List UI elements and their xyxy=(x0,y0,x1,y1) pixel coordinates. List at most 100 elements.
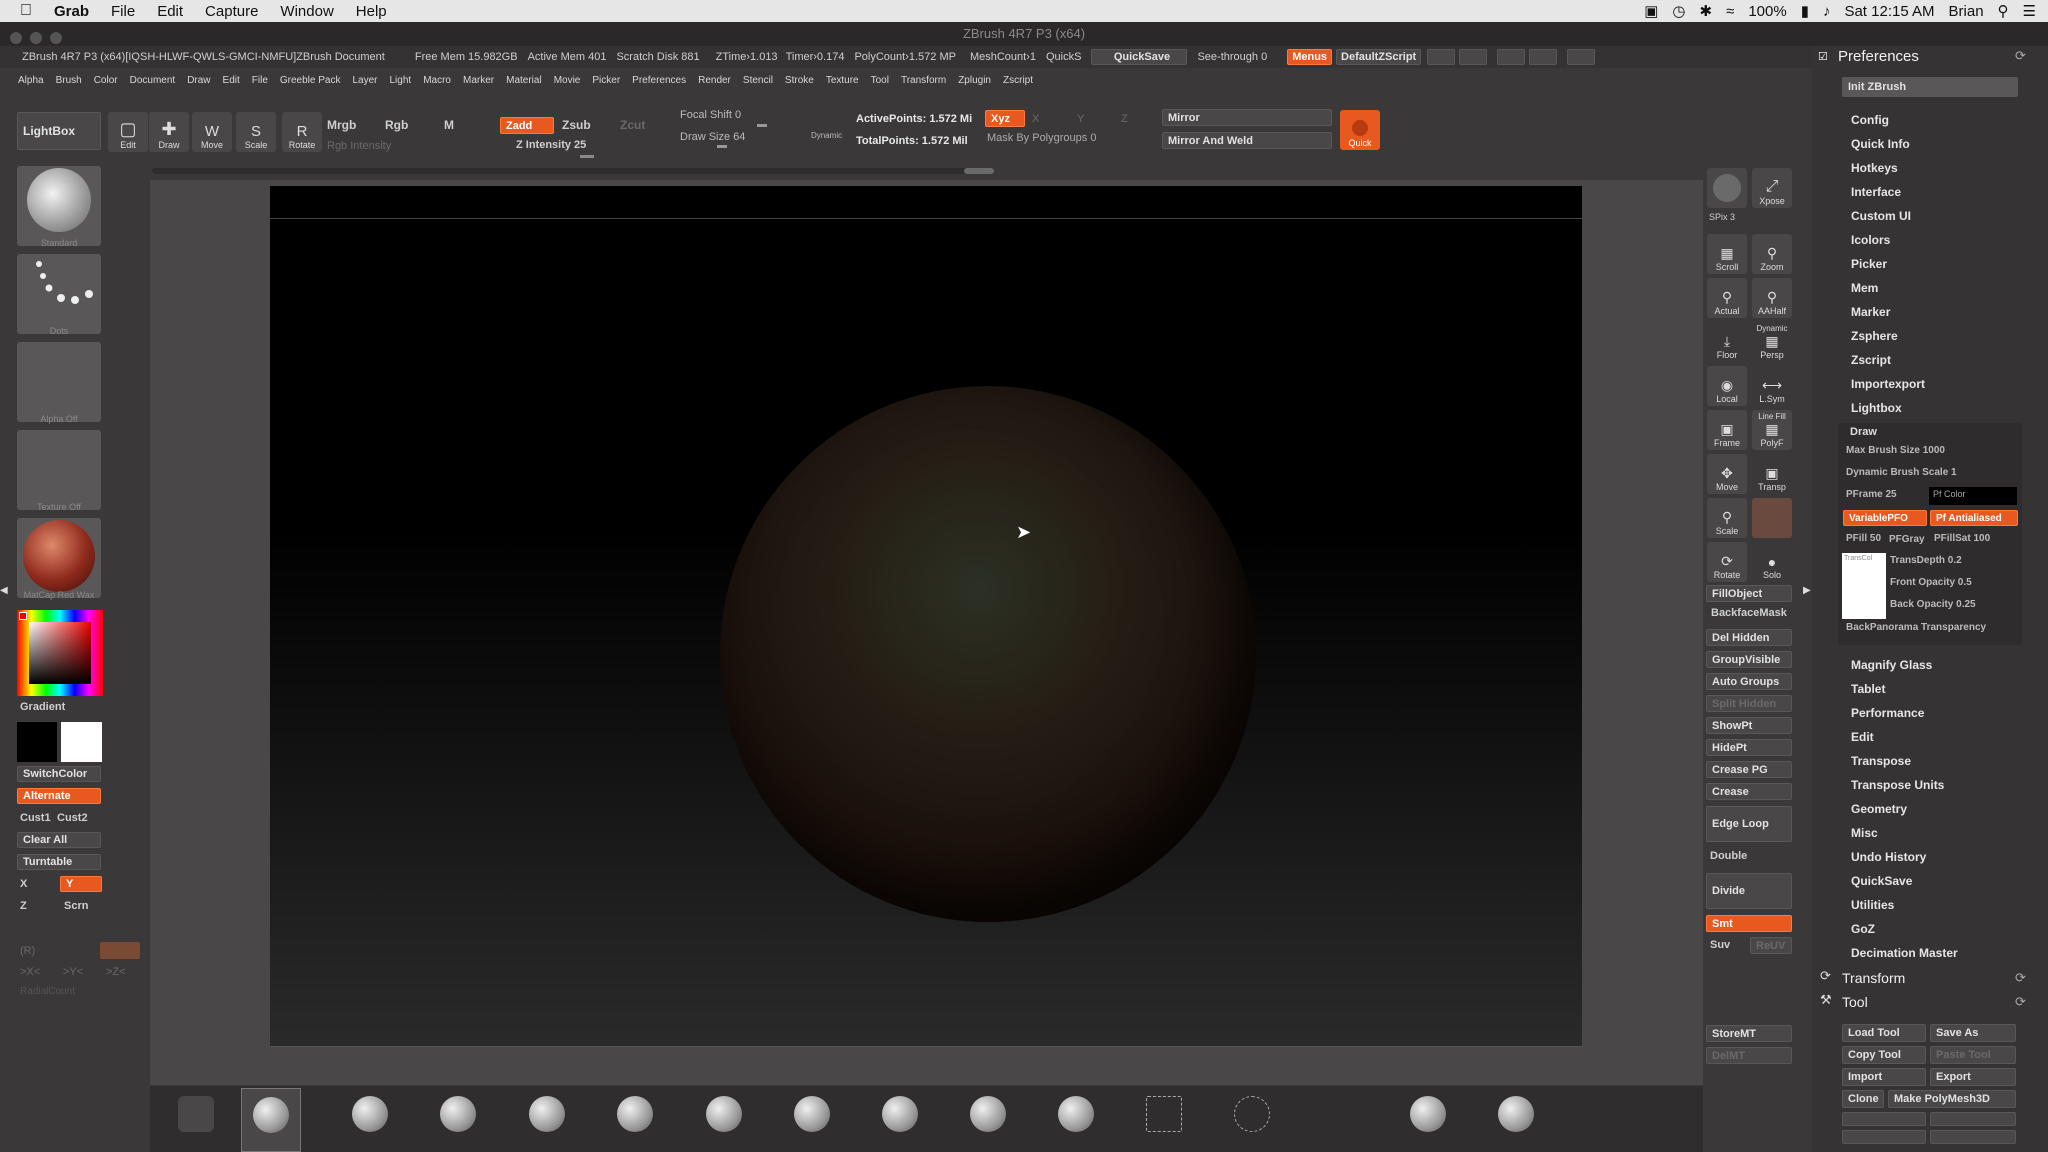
y-sym-button[interactable]: Y xyxy=(60,876,102,892)
zoom-window-icon[interactable] xyxy=(50,32,62,44)
rgb-button[interactable]: Rgb xyxy=(385,118,408,132)
dynamic-toggle[interactable]: Dynamic xyxy=(811,131,842,140)
smt-button[interactable]: Smt xyxy=(1706,915,1792,932)
tool-extra-button-1[interactable] xyxy=(1842,1112,1926,1126)
backfacemask-button[interactable]: BackfaceMask xyxy=(1706,607,1792,624)
preferences-title[interactable]: Preferences xyxy=(1838,48,1919,65)
solo-button[interactable]: ● Solo xyxy=(1752,542,1792,582)
shelf-brush-14[interactable] xyxy=(1398,1088,1458,1152)
preferences-check-icon[interactable]: ☑ xyxy=(1818,50,1828,63)
turntable-button[interactable]: Turntable xyxy=(17,854,101,870)
draw-size-slider[interactable]: Draw Size 64 xyxy=(680,131,745,143)
transform-palette-icon[interactable]: ⟳ xyxy=(1820,968,1831,984)
pref-transpose[interactable]: Transpose xyxy=(1851,754,1911,768)
toolbar-scrollbar-thumb[interactable] xyxy=(964,168,994,174)
quick-sketch-button[interactable]: Quick xyxy=(1340,110,1380,150)
x-axis-button[interactable]: X xyxy=(1032,113,1039,125)
dynamic-brush-scale-slider[interactable]: Dynamic Brush Scale 1 xyxy=(1846,467,1957,478)
crease-button[interactable]: Crease xyxy=(1706,783,1792,800)
edit-mode-button[interactable]: ▢ Edit xyxy=(108,112,148,152)
quicksave-button[interactable]: QuickSave xyxy=(1091,49,1188,65)
zadd-button[interactable]: Zadd xyxy=(500,117,554,134)
z-intensity-handle[interactable] xyxy=(580,155,594,158)
lightbox-button[interactable]: LightBox xyxy=(17,112,101,150)
clock-icon[interactable]: ◷ xyxy=(1672,2,1685,20)
shelf-brush-9[interactable] xyxy=(870,1088,930,1152)
transdepth-slider[interactable]: TransDepth 0.2 xyxy=(1890,555,1962,566)
layout-icon[interactable] xyxy=(1427,49,1456,65)
default-zscript-button[interactable]: DefaultZScript xyxy=(1336,49,1422,65)
list-icon[interactable]: ☰ xyxy=(2023,2,2036,20)
brush-slot[interactable]: Standard xyxy=(17,166,101,248)
tool-reset-icon[interactable]: ⟳ xyxy=(2015,994,2026,1010)
menu-preferences[interactable]: Preferences xyxy=(626,75,692,86)
pref-lightbox[interactable]: Lightbox xyxy=(1851,401,1902,415)
clone-button[interactable]: Clone xyxy=(1842,1090,1884,1108)
hidept-button[interactable]: HidePt xyxy=(1706,739,1792,756)
menu-file-z[interactable]: File xyxy=(246,75,274,86)
menu-marker[interactable]: Marker xyxy=(457,75,500,86)
menu-movie[interactable]: Movie xyxy=(548,75,587,86)
draw-mode-button[interactable]: ✚ Draw xyxy=(149,112,189,152)
transform-palette-title[interactable]: Transform xyxy=(1842,970,1905,986)
rotate-mode-button[interactable]: R Rotate xyxy=(282,112,322,152)
mrgb-button[interactable]: Mrgb xyxy=(327,118,356,132)
draw-subpanel-title[interactable]: Draw xyxy=(1850,426,1877,438)
toolbar-scrollbar[interactable] xyxy=(152,168,994,174)
transform-reset-icon[interactable]: ⟳ xyxy=(2015,970,2026,986)
pfill-slider[interactable]: PFill 50 xyxy=(1846,533,1881,544)
pfillsat-slider[interactable]: PFillSat 100 xyxy=(1934,533,1990,544)
shelf-brush-5[interactable] xyxy=(517,1088,577,1152)
mask-by-polygroups-slider[interactable]: Mask By Polygroups 0 xyxy=(987,132,1096,144)
menu-zplugin[interactable]: Zplugin xyxy=(952,75,997,86)
pref-tablet[interactable]: Tablet xyxy=(1851,682,1885,696)
pref-zscript[interactable]: Zscript xyxy=(1851,353,1891,367)
pfgray-slider[interactable]: PFGray xyxy=(1889,534,1925,545)
storemt-button[interactable]: StoreMT xyxy=(1706,1025,1792,1042)
minimize-window-icon[interactable] xyxy=(30,32,42,44)
zoom-button[interactable]: ⚲ Zoom xyxy=(1752,234,1792,274)
secondary-color-swatch[interactable] xyxy=(61,722,102,762)
zsub-button[interactable]: Zsub xyxy=(562,118,591,132)
radial-count-slider[interactable]: RadialCount xyxy=(20,986,75,997)
z-intensity-slider[interactable]: Z Intensity 25 xyxy=(516,139,586,151)
scrn-button[interactable]: Scrn xyxy=(64,900,88,912)
z-sym-button[interactable]: Z xyxy=(20,900,27,912)
pref-geometry[interactable]: Geometry xyxy=(1851,802,1907,816)
rotate-view-button[interactable]: ⟳ Rotate xyxy=(1707,542,1747,582)
pref-performance[interactable]: Performance xyxy=(1851,706,1924,720)
radial-r-button[interactable]: (R) xyxy=(20,945,35,957)
battery-icon[interactable]: ▮ xyxy=(1801,2,1809,20)
mirror-button[interactable]: Mirror xyxy=(1162,109,1332,126)
datetime[interactable]: Sat 12:15 AM xyxy=(1844,3,1934,20)
menu-stencil[interactable]: Stencil xyxy=(737,75,779,86)
crease-pg-button[interactable]: Crease PG xyxy=(1706,761,1792,778)
menu-window[interactable]: Window xyxy=(269,3,344,20)
menu-greeble[interactable]: Greeble Pack xyxy=(274,75,347,86)
xc-button[interactable]: >X< xyxy=(20,966,40,978)
layout5-icon[interactable] xyxy=(1567,49,1596,65)
move-mode-button[interactable]: W Move xyxy=(192,112,232,152)
pref-interface[interactable]: Interface xyxy=(1851,185,1901,199)
gradient-label[interactable]: Gradient xyxy=(20,701,65,713)
tool-extra-button-3[interactable] xyxy=(1842,1130,1926,1144)
apple-menu-icon[interactable]:  xyxy=(0,2,43,20)
focal-shift-slider[interactable]: Focal Shift 0 xyxy=(680,109,741,121)
pframe-slider[interactable]: PFrame 25 xyxy=(1846,489,1897,500)
layout3-icon[interactable] xyxy=(1497,49,1526,65)
menu-edit-z[interactable]: Edit xyxy=(217,75,246,86)
pref-quicksave[interactable]: QuickSave xyxy=(1851,874,1912,888)
app-menu[interactable]: Grab xyxy=(43,3,100,20)
user-menu[interactable]: Brian xyxy=(1949,3,1984,20)
shelf-brush-12[interactable] xyxy=(1134,1088,1194,1152)
rgb-intensity-slider[interactable]: Rgb Intensity xyxy=(327,140,391,152)
switchcolor-button[interactable]: SwitchColor xyxy=(17,766,101,782)
color-picker-square[interactable] xyxy=(29,622,91,684)
tool-palette-icon[interactable]: ⚒ xyxy=(1820,992,1832,1008)
shelf-brush-6[interactable] xyxy=(605,1088,665,1152)
pref-hotkeys[interactable]: Hotkeys xyxy=(1851,161,1898,175)
pref-quick-info[interactable]: Quick Info xyxy=(1851,137,1910,151)
menu-color[interactable]: Color xyxy=(88,75,124,86)
menu-transform[interactable]: Transform xyxy=(895,75,952,86)
save-as-button[interactable]: Save As xyxy=(1930,1024,2016,1042)
